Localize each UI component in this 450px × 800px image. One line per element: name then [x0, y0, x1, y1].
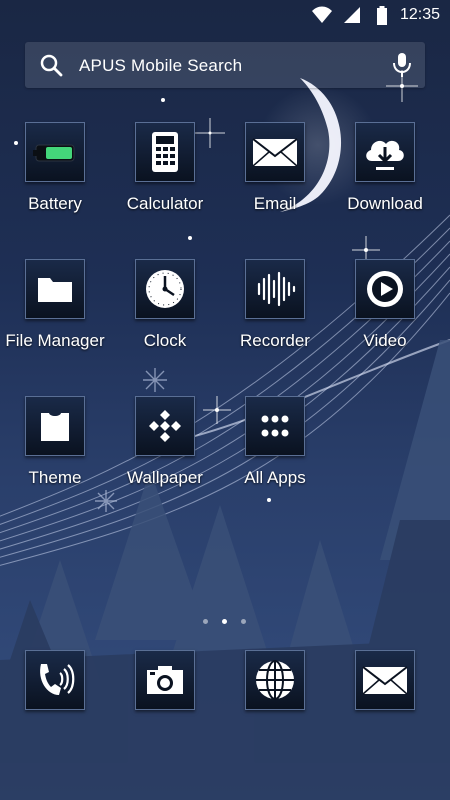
- play-icon: [367, 271, 403, 307]
- app-video-tile: [355, 259, 415, 319]
- app-recorder-tile: [245, 259, 305, 319]
- app-theme[interactable]: Theme: [0, 396, 110, 506]
- app-email[interactable]: Email: [220, 122, 330, 232]
- dock-camera-tile: [135, 650, 195, 710]
- wifi-icon: [312, 6, 332, 23]
- search-bar[interactable]: APUS Mobile Search: [25, 42, 425, 88]
- cell-signal-icon: [344, 7, 360, 23]
- app-all-apps[interactable]: All Apps: [220, 396, 330, 506]
- grid-icon: [261, 415, 289, 437]
- page-indicator: [0, 619, 450, 629]
- wallpaper-icon: [149, 410, 181, 442]
- microphone-icon[interactable]: [391, 52, 413, 78]
- page-dot[interactable]: [241, 619, 246, 624]
- dock-messaging[interactable]: [330, 650, 440, 760]
- app-clock-tile: [135, 259, 195, 319]
- app-battery-tile: [25, 122, 85, 182]
- message-icon: [362, 666, 408, 695]
- page-dot[interactable]: [203, 619, 208, 624]
- app-label: All Apps: [244, 468, 306, 487]
- app-all-apps-tile: [245, 396, 305, 456]
- app-recorder[interactable]: Recorder: [220, 259, 330, 369]
- app-calculator-tile: [135, 122, 195, 182]
- app-download[interactable]: Download: [330, 122, 440, 232]
- search-icon: [40, 54, 63, 77]
- dock-phone[interactable]: [0, 650, 110, 760]
- app-battery[interactable]: Battery: [0, 122, 110, 232]
- app-email-tile: [245, 122, 305, 182]
- app-download-tile: [355, 122, 415, 182]
- phone-icon: [40, 664, 75, 695]
- waveform-icon: [257, 271, 296, 307]
- search-placeholder: APUS Mobile Search: [79, 56, 243, 75]
- dock-messaging-tile: [355, 650, 415, 710]
- app-wallpaper-tile: [135, 396, 195, 456]
- dock-phone-tile: [25, 650, 85, 710]
- camera-icon: [147, 666, 183, 694]
- app-label: Video: [363, 331, 407, 350]
- app-calculator[interactable]: Calculator: [110, 122, 220, 232]
- app-file-manager[interactable]: File Manager: [0, 259, 110, 369]
- shirt-icon: [41, 413, 69, 441]
- envelope-icon: [252, 138, 298, 167]
- battery-icon: [33, 144, 75, 162]
- globe-icon: [256, 660, 294, 700]
- dock-browser-tile: [245, 650, 305, 710]
- dock-browser[interactable]: [220, 650, 330, 760]
- app-file-manager-tile: [25, 259, 85, 319]
- dock-camera[interactable]: [110, 650, 220, 760]
- app-label: Download: [347, 194, 423, 213]
- status-time: 12:35: [399, 6, 440, 23]
- cloud-download-icon: [366, 140, 404, 170]
- app-theme-tile: [25, 396, 85, 456]
- folder-icon: [38, 278, 72, 302]
- page-dot-active[interactable]: [222, 619, 227, 624]
- clock-icon: [146, 270, 184, 308]
- app-video[interactable]: Video: [330, 259, 440, 369]
- status-bar: 12:35: [0, 0, 450, 32]
- app-wallpaper[interactable]: Wallpaper: [110, 396, 220, 506]
- battery-icon: [377, 6, 387, 25]
- app-clock[interactable]: Clock: [110, 259, 220, 369]
- calculator-icon: [152, 132, 178, 172]
